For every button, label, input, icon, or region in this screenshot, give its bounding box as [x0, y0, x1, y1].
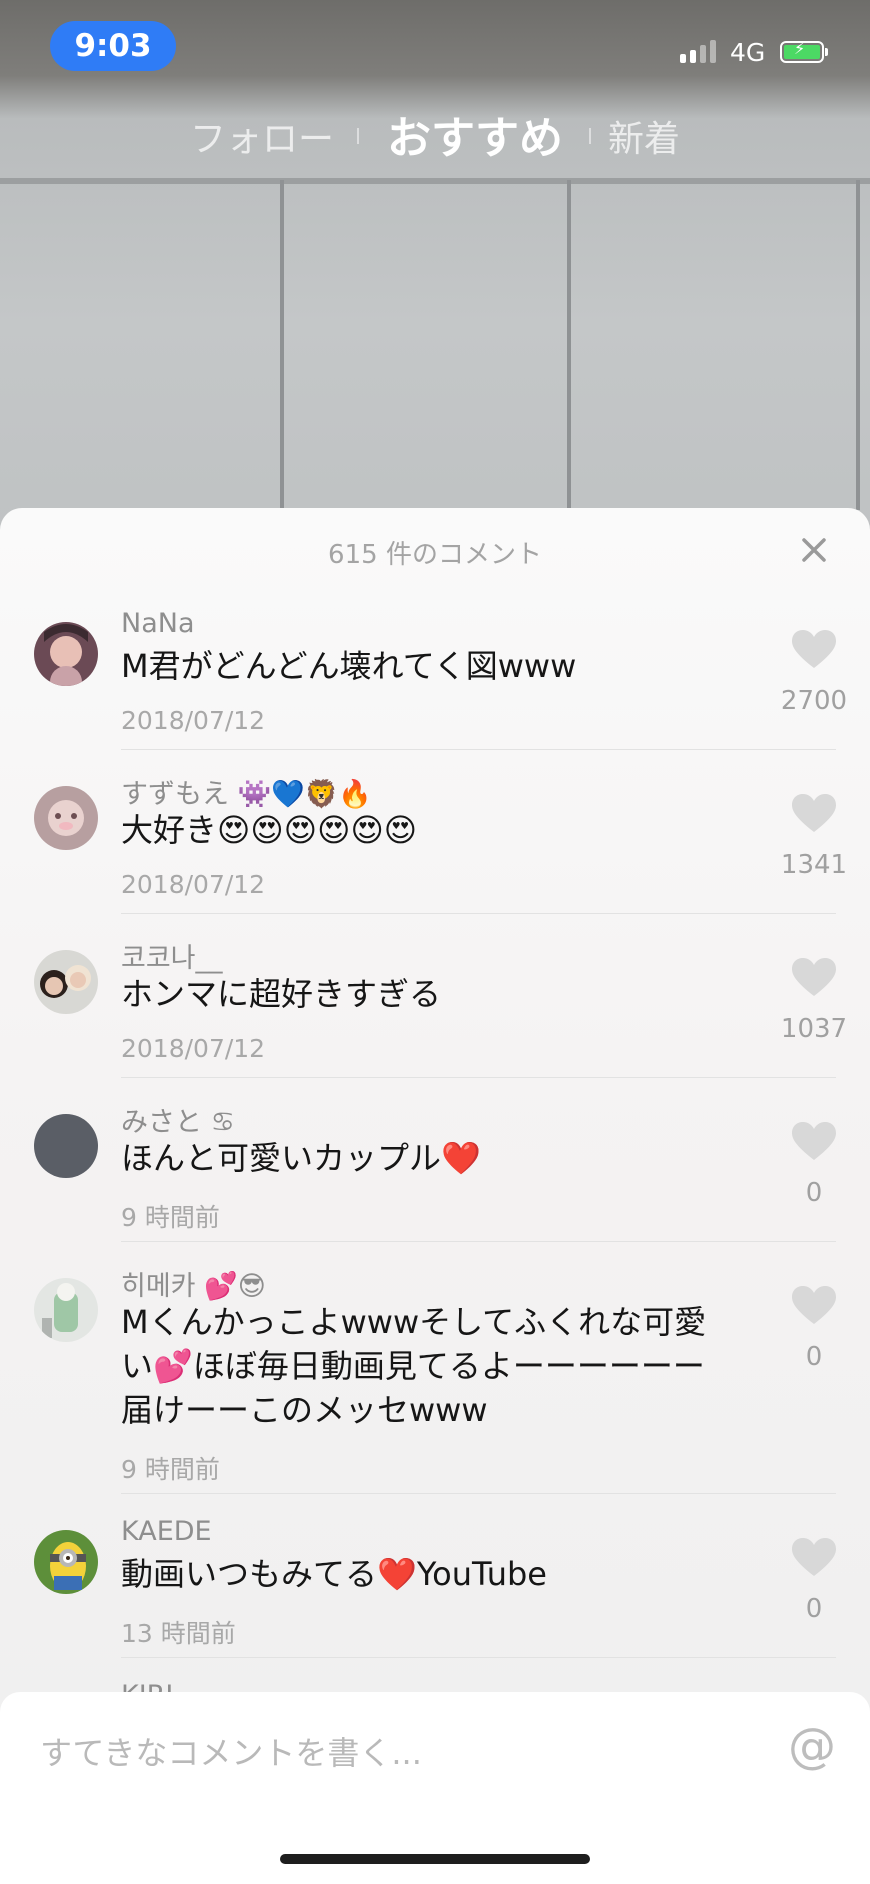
tab-new[interactable]: 新着: [608, 110, 680, 162]
comment-date: 2018/07/12: [121, 870, 266, 899]
avatar[interactable]: [34, 786, 98, 850]
feed-tabs: フォロー おすすめ 新着: [0, 100, 870, 164]
status-time: 9:03: [50, 21, 176, 71]
comment-date: 9 時間前: [121, 1455, 220, 1484]
comment-username[interactable]: みさと ♋: [121, 1100, 235, 1139]
comment-text: ほんと可愛いカップル❤️: [121, 1139, 481, 1177]
close-icon[interactable]: [798, 534, 830, 566]
comment-count-title: 615 件のコメント: [328, 540, 542, 570]
tab-separator: [357, 128, 359, 144]
comment-username[interactable]: すずもえ 👾💙🦁🔥: [121, 772, 372, 811]
avatar[interactable]: [34, 1530, 98, 1594]
comment-text-line: い💕ほぼ毎日動画見てるよーーーーーー: [121, 1347, 705, 1385]
divider: [121, 1657, 836, 1658]
background-panel-seam: [280, 180, 284, 510]
comment-text: ホンマに超好きすぎる: [121, 975, 442, 1013]
like-count: 0: [805, 1594, 823, 1624]
like-count: 1037: [780, 1014, 848, 1044]
like-count: 0: [805, 1342, 823, 1372]
comment-text: M君がどんどん壊れてく図www: [121, 647, 577, 685]
mention-icon[interactable]: @: [788, 1718, 836, 1774]
avatar[interactable]: [34, 1278, 98, 1342]
like-count: 1341: [780, 850, 848, 880]
battery-icon: [780, 39, 828, 63]
comment-text: 大好き😍😍😍😍😍😍: [121, 811, 418, 849]
home-indicator[interactable]: [280, 1854, 590, 1864]
comment-date: 2018/07/12: [121, 1034, 266, 1063]
heart-icon[interactable]: [792, 1122, 836, 1162]
comment-username[interactable]: KAEDE: [121, 1516, 212, 1547]
divider: [121, 913, 836, 914]
comment-text-line: Mくんかっこよwwwそしてふくれな可愛: [121, 1303, 707, 1341]
background-panel-seam: [567, 180, 571, 510]
network-type: 4G: [730, 38, 766, 67]
comment-date: 2018/07/12: [121, 706, 266, 735]
avatar[interactable]: [34, 1114, 98, 1178]
divider: [121, 749, 836, 750]
comment-username[interactable]: NaNa: [121, 608, 195, 639]
avatar[interactable]: [34, 950, 98, 1014]
tab-separator: [589, 128, 591, 144]
comment-input[interactable]: すてきなコメントを書く...: [40, 1728, 422, 1774]
background-panel-seam: [856, 180, 860, 510]
heart-icon[interactable]: [792, 794, 836, 834]
avatar[interactable]: [34, 622, 98, 686]
heart-icon[interactable]: [792, 958, 836, 998]
tab-follow[interactable]: フォロー: [190, 110, 334, 162]
divider: [121, 1241, 836, 1242]
comment-text: 動画いつもみてる❤️YouTube: [121, 1555, 547, 1593]
heart-icon[interactable]: [792, 1286, 836, 1326]
heart-icon[interactable]: [792, 630, 836, 670]
like-count: 2700: [780, 686, 848, 716]
like-count: 0: [805, 1178, 823, 1208]
tab-recommended[interactable]: おすすめ: [387, 102, 563, 166]
video-background[interactable]: [0, 0, 870, 540]
comments-sheet: 615 件のコメント NaNa M君がどんどん壊れてく図www 2018/07/…: [0, 508, 870, 1884]
comment-date: 13 時間前: [121, 1619, 236, 1648]
comment-text-line: 届けーーこのメッセwww: [121, 1391, 488, 1429]
signal-icon: [680, 40, 716, 63]
comment-date: 9 時間前: [121, 1203, 220, 1232]
comment-username[interactable]: 코코나__: [121, 936, 223, 975]
heart-icon[interactable]: [792, 1538, 836, 1578]
divider: [121, 1493, 836, 1494]
comment-username[interactable]: 히메카 💕😎: [121, 1264, 266, 1303]
background-door-frame: [0, 178, 870, 184]
divider: [121, 1077, 836, 1078]
